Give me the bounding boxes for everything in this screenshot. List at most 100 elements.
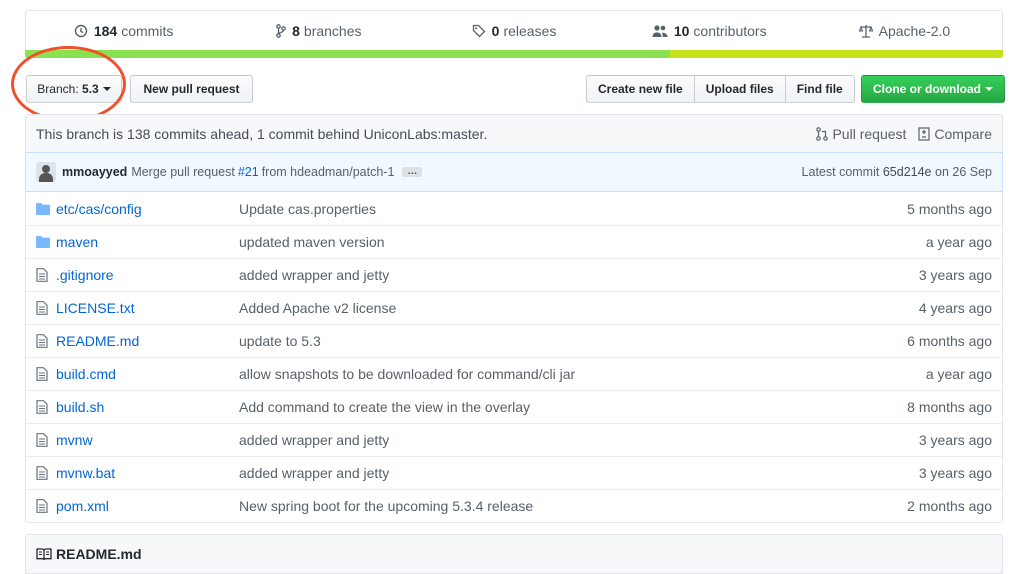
branch-info-bar: This branch is 138 commits ahead, 1 comm… [25, 114, 1003, 152]
people-icon [652, 25, 668, 37]
language-segment-primary [25, 50, 671, 58]
history-icon [74, 24, 88, 38]
file-name-link[interactable]: build.cmd [56, 366, 239, 382]
file-name-link[interactable]: .gitignore [56, 267, 239, 283]
license-stat[interactable]: Apache-2.0 [807, 11, 1002, 51]
file-row[interactable]: mvnw added wrapper and jetty 3 years ago [26, 423, 1002, 456]
license-label: Apache-2.0 [878, 23, 951, 39]
latest-commit-bar: mmoayyed Merge pull request #21 from hde… [25, 152, 1003, 192]
file-commit-message[interactable]: Add command to create the view in the ov… [239, 399, 907, 415]
file-row[interactable]: README.md update to 5.3 6 months ago [26, 324, 1002, 357]
book-icon [36, 548, 52, 561]
branch-select-button[interactable]: Branch: 5.3 [26, 75, 122, 103]
contributors-label: contributors [693, 23, 767, 39]
pull-request-link[interactable]: Pull request [816, 126, 906, 142]
file-age: 4 years ago [918, 300, 992, 316]
file-commit-message[interactable]: added wrapper and jetty [239, 465, 919, 481]
file-age: 3 years ago [918, 267, 992, 283]
branch-icon [276, 24, 286, 38]
file-icon [36, 268, 56, 282]
branch-value: 5.3 [82, 82, 99, 96]
file-row[interactable]: build.sh Add command to create the view i… [26, 390, 1002, 423]
branches-stat[interactable]: 8 branches [221, 11, 416, 51]
file-commit-message[interactable]: Update cas.properties [239, 201, 907, 217]
file-commit-message[interactable]: Added Apache v2 license [239, 300, 919, 316]
commits-stat[interactable]: 184 commits [26, 11, 221, 51]
commit-message-pre[interactable]: Merge pull request [131, 165, 235, 179]
pull-request-icon [816, 126, 829, 141]
file-name-link[interactable]: build.sh [56, 399, 239, 415]
clone-label: Clone or download [873, 82, 981, 96]
file-commit-message[interactable]: added wrapper and jetty [239, 267, 919, 283]
latest-commit-label: Latest commit [801, 165, 880, 179]
file-name-link[interactable]: pom.xml [56, 498, 239, 514]
file-name-link[interactable]: etc/cas/config [56, 201, 239, 217]
language-bar[interactable] [25, 50, 1003, 58]
language-segment-secondary [670, 50, 1003, 58]
file-name-link[interactable]: README.md [56, 333, 239, 349]
tag-icon [472, 24, 486, 38]
file-row[interactable]: etc/cas/config Update cas.properties 5 mon… [26, 192, 1002, 225]
file-row[interactable]: mvnw.bat added wrapper and jetty 3 years a… [26, 456, 1002, 489]
clone-or-download-button[interactable]: Clone or download [861, 75, 1005, 103]
file-actions-group: Create new file Upload files Find file [586, 75, 855, 103]
branch-comparison-text: This branch is 138 commits ahead, 1 comm… [36, 125, 488, 142]
releases-stat[interactable]: 0 releases [416, 11, 611, 51]
file-list: etc/cas/config Update cas.properties 5 mon… [25, 192, 1003, 523]
file-icon [36, 433, 56, 447]
latest-commit-info: Latest commit 65d214e on 26 Sep [802, 165, 992, 179]
file-icon [36, 499, 56, 513]
commit-sha-link[interactable]: 65d214e [883, 165, 932, 179]
file-name: .gitignore [56, 267, 114, 283]
file-name: mvnw [56, 432, 93, 448]
file-icon [36, 367, 56, 381]
file-icon [36, 301, 56, 315]
compare-label: Compare [934, 125, 992, 142]
file-row[interactable]: .gitignore added wrapper and jetty 3 years… [26, 258, 1002, 291]
file-row[interactable]: LICENSE.txt Added Apache v2 license 4 year… [26, 291, 1002, 324]
chevron-down-icon [985, 87, 993, 91]
new-pull-request-button[interactable]: New pull request [130, 75, 253, 103]
file-commit-message[interactable]: updated maven version [239, 234, 926, 250]
file-commit-message[interactable]: New spring boot for the upcoming 5.3.4 r… [239, 498, 907, 514]
create-new-file-button[interactable]: Create new file [586, 75, 695, 103]
file-row[interactable]: maven updated maven version a year ago [26, 225, 1002, 258]
readme-title: README.md [56, 546, 142, 562]
file-name-link[interactable]: mvnw.bat [56, 465, 239, 481]
file-icon [36, 400, 56, 414]
pull-request-label: Pull request [832, 125, 907, 142]
branch-prefix: Branch: [37, 82, 79, 96]
commit-author[interactable]: mmoayyed [62, 165, 127, 179]
branches-label: branches [303, 23, 362, 39]
file-name-link[interactable]: maven [56, 234, 239, 250]
avatar[interactable] [36, 162, 56, 182]
file-age: 5 months ago [907, 200, 992, 217]
file-age: 3 years ago [918, 432, 992, 448]
file-age: 2 months ago [907, 498, 992, 514]
folder-icon [36, 202, 56, 215]
branches-count: 8 [292, 23, 300, 39]
file-name: mvnw.bat [56, 465, 116, 481]
upload-files-button[interactable]: Upload files [693, 75, 786, 103]
find-file-button[interactable]: Find file [784, 75, 855, 103]
folder-icon [36, 236, 56, 248]
expand-commit-button[interactable]: … [402, 167, 423, 177]
file-commit-message[interactable]: update to 5.3 [239, 333, 907, 349]
contributors-stat[interactable]: 10 contributors [612, 11, 807, 51]
file-row[interactable]: build.cmd allow snapshots to be downloade… [26, 357, 1002, 390]
releases-count: 0 [491, 23, 500, 39]
commit-message-post[interactable]: from hdeadman/patch-1 [262, 165, 395, 179]
file-name: maven [56, 234, 99, 250]
file-name-link[interactable]: mvnw [56, 432, 239, 448]
file-age: 3 years ago [918, 465, 992, 481]
file-commit-message[interactable]: allow snapshots to be downloaded for com… [239, 366, 926, 382]
readme-header: README.md [25, 534, 1003, 574]
commit-pr-link[interactable]: #21 [238, 165, 259, 179]
file-name: pom.xml [56, 498, 109, 514]
file-name: README.md [56, 333, 140, 349]
compare-link[interactable]: Compare [918, 126, 992, 142]
file-name-link[interactable]: LICENSE.txt [56, 300, 239, 316]
file-row[interactable]: pom.xml New spring boot for the upcoming … [26, 489, 1002, 522]
file-commit-message[interactable]: added wrapper and jetty [239, 432, 919, 448]
contributors-count: 10 [673, 23, 690, 39]
